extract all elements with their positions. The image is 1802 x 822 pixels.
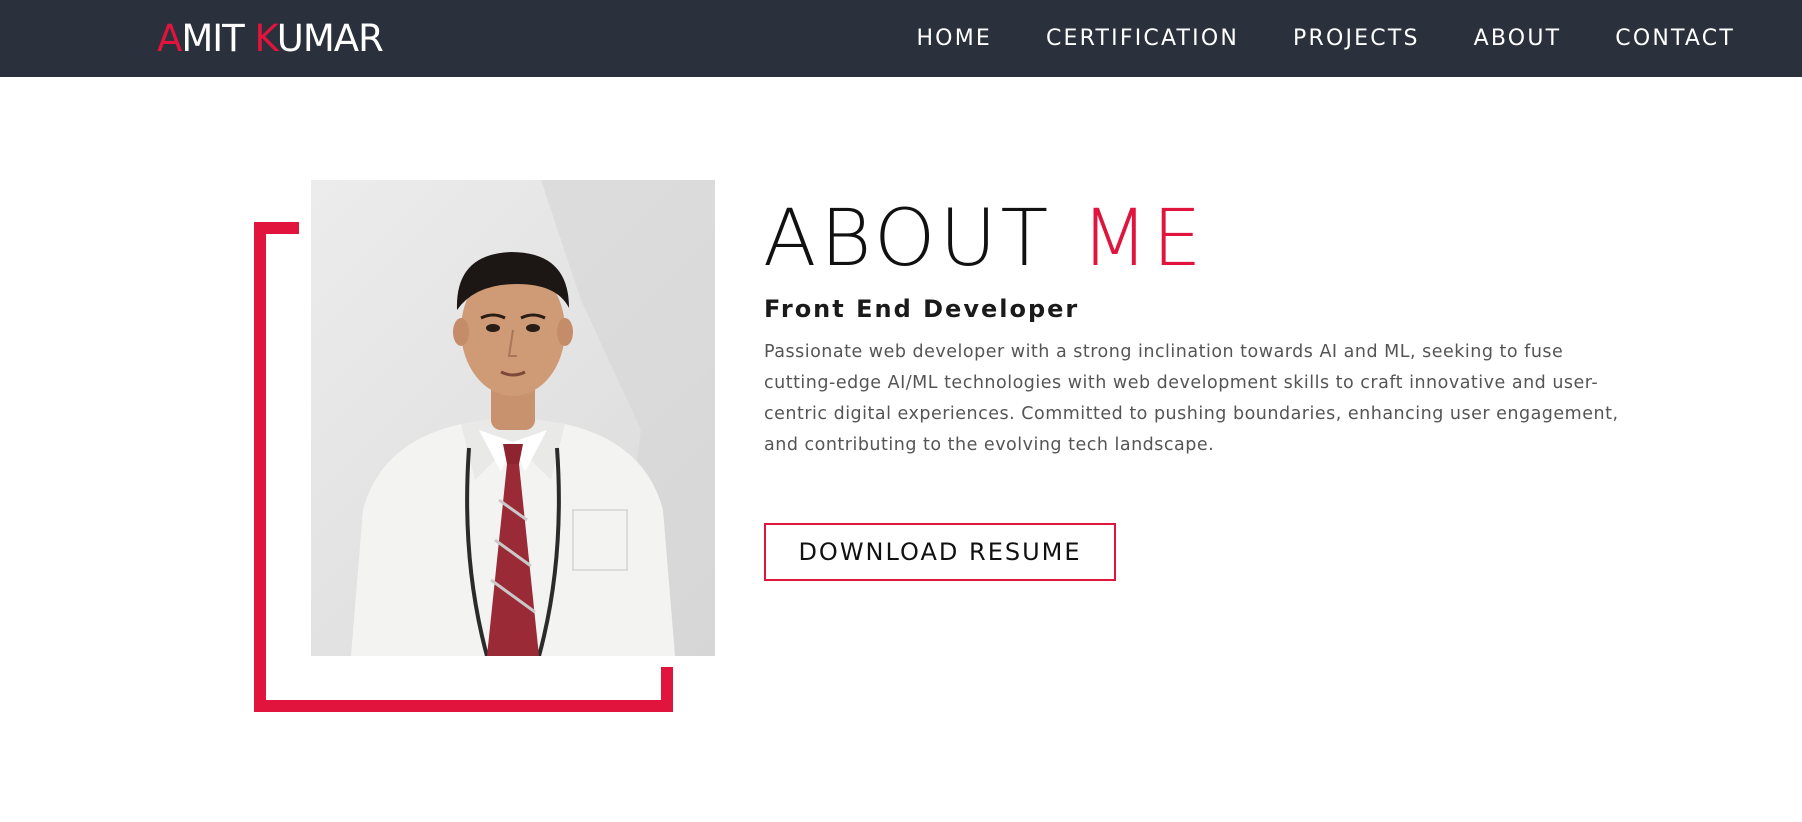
profile-photo	[311, 180, 715, 656]
nav-link-certification[interactable]: CERTIFICATION	[1046, 26, 1239, 51]
frame-bracket-right	[661, 667, 673, 712]
nav-link-projects[interactable]: PROJECTS	[1293, 26, 1420, 51]
nav-link-home[interactable]: HOME	[916, 26, 992, 51]
logo-last-rest: UMAR	[276, 17, 384, 60]
about-heading-accent: ME	[1081, 194, 1206, 284]
frame-bracket-bottom	[254, 700, 673, 712]
frame-bracket-left	[254, 222, 266, 712]
logo-last-initial: K	[254, 17, 278, 60]
nav-menu: HOME CERTIFICATION PROJECTS ABOUT CONTAC…	[916, 0, 1735, 77]
nav-link-contact[interactable]: CONTACT	[1615, 26, 1735, 51]
bio-paragraph: Passionate web developer with a strong i…	[764, 342, 1619, 455]
site-logo[interactable]: AMIT KUMAR	[157, 17, 384, 61]
profile-portrait-illustration	[351, 180, 715, 656]
about-heading-main: ABOUT	[763, 194, 1081, 284]
logo-first-initial: A	[157, 17, 182, 60]
logo-first-rest: MIT	[181, 17, 255, 60]
download-resume-button[interactable]: DOWNLOAD RESUME	[764, 523, 1116, 581]
nav-link-about[interactable]: ABOUT	[1474, 26, 1562, 51]
navbar: AMIT KUMAR HOME CERTIFICATION PROJECTS A…	[0, 0, 1802, 77]
job-title: Front End Developer	[764, 295, 1080, 323]
about-heading: ABOUT ME	[763, 193, 1206, 285]
